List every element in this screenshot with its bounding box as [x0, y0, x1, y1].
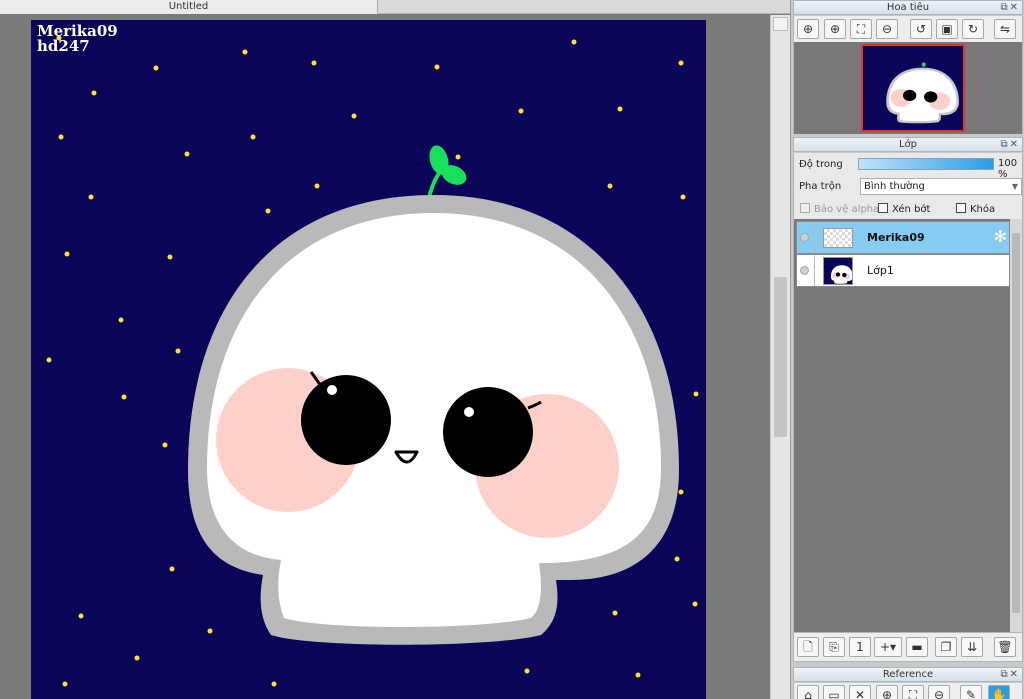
opacity-label: Độ trong — [799, 159, 843, 170]
lock-checkbox[interactable]: Khóa — [956, 203, 995, 215]
layer-toolbar: 🗋 ⎘ 1 +▾ ▬ ❐ ⇊ 🗑 — [793, 632, 1023, 662]
zoom-in-icon[interactable]: ⊕ — [876, 685, 898, 699]
navigator-preview-area[interactable] — [793, 42, 1023, 134]
new-layer-copy-icon[interactable]: ⎘ — [823, 637, 845, 657]
layers-title: Lớp — [898, 139, 918, 150]
navigator-panel-title[interactable]: Hoa tiêu ⧉✕ — [793, 0, 1023, 15]
layer-name: Merika09 — [867, 231, 925, 244]
sprout — [427, 145, 467, 200]
document-tabbar: Untitled — [0, 0, 790, 14]
hand-icon[interactable]: ✋ — [988, 685, 1010, 699]
lock-label: Khóa — [970, 204, 996, 215]
layers-panel-title[interactable]: Lớp ⧉✕ — [793, 137, 1023, 152]
scroll-thumb[interactable] — [1012, 233, 1020, 613]
right-dock: Hoa tiêu ⧉✕ ⊕ ⊕ ⛶ ⊖ ↺ ▣ ↻ ⇋ Lớp ⧉✕ Độ tr… — [790, 0, 1024, 699]
blend-label: Pha trộn — [799, 181, 842, 192]
layers-list[interactable]: Merika09 ✻ Lớp1 — [793, 219, 1023, 632]
zoom-in-icon[interactable]: ⊕ — [797, 19, 819, 39]
artwork — [46, 35, 699, 687]
actual-size-icon[interactable]: ▣ — [936, 19, 958, 39]
panel-controls[interactable]: ⧉✕ — [1000, 138, 1020, 151]
add-layer-dropdown-icon[interactable]: +▾ — [874, 637, 902, 657]
canvas-area[interactable]: Merika09 hd247 — [0, 15, 770, 699]
layers-scrollbar[interactable] — [1010, 219, 1022, 632]
scroll-up-button[interactable] — [773, 17, 788, 31]
zoom-out-icon[interactable]: ⊖ — [876, 19, 898, 39]
visibility-toggle[interactable] — [800, 233, 809, 242]
delete-icon[interactable]: 🗑 — [994, 637, 1016, 657]
reference-title: Reference — [882, 669, 934, 680]
checkbox-box — [956, 203, 966, 213]
close-icon[interactable]: ✕ — [849, 685, 871, 699]
reference-panel-title[interactable]: Reference ⧉✕ — [793, 667, 1023, 682]
fit-icon[interactable]: ⛶ — [850, 19, 872, 39]
new-layer-icon[interactable]: 🗋 — [797, 637, 819, 657]
divider — [814, 255, 815, 286]
chevron-down-icon: ▼ — [1011, 182, 1018, 191]
canvas-vertical-scrollbar[interactable] — [770, 15, 790, 699]
flip-icon[interactable]: ⇋ — [994, 19, 1016, 39]
character — [188, 195, 679, 645]
opacity-value: 100 % — [998, 158, 1018, 180]
navigator-thumbnail[interactable] — [861, 44, 965, 132]
fit-icon[interactable]: ⛶ — [902, 685, 924, 699]
drawing-canvas[interactable]: Merika09 hd247 — [31, 20, 706, 699]
layer-thumbnail — [823, 257, 853, 285]
zoom-out-icon[interactable]: ⊖ — [928, 685, 950, 699]
checkbox-box — [878, 203, 888, 213]
watermark-line2: hd247 — [37, 37, 90, 55]
clipping-checkbox[interactable]: Xén bớt — [878, 203, 930, 215]
gear-icon[interactable]: ✻ — [994, 227, 1007, 246]
rotate-right-icon[interactable]: ↻ — [962, 19, 984, 39]
panel-controls[interactable]: ⧉✕ — [1000, 668, 1020, 681]
eyedropper-icon[interactable]: ✎ — [960, 685, 982, 699]
blend-mode-value: Bình thường — [864, 181, 925, 192]
clipping-label: Xén bớt — [892, 204, 931, 215]
layer-row-merika09[interactable]: Merika09 ✻ — [796, 221, 1010, 254]
panel-controls[interactable]: ⧉✕ — [1000, 1, 1020, 14]
thumbnail-artwork — [886, 62, 959, 124]
zoom-in-plus-icon[interactable]: ⊕ — [824, 19, 846, 39]
layer-thumbnail-artwork — [830, 265, 852, 284]
visibility-toggle[interactable] — [800, 266, 809, 275]
layer-row-lop1[interactable]: Lớp1 — [796, 254, 1010, 287]
scroll-thumb[interactable] — [774, 277, 787, 437]
navigator-title: Hoa tiêu — [886, 2, 930, 13]
layer-thumbnail — [823, 228, 853, 248]
opacity-slider[interactable] — [858, 158, 994, 170]
new-folder-icon[interactable]: ▬ — [906, 637, 928, 657]
layer-properties: Độ trong 100 % Pha trộn Bình thường ▼ Bả… — [793, 153, 1023, 219]
blend-mode-select[interactable]: Bình thường ▼ — [860, 178, 1022, 195]
layer-name: Lớp1 — [867, 264, 894, 277]
protect-alpha-label: Bảo vệ alpha — [814, 204, 880, 215]
rotate-left-icon[interactable]: ↺ — [910, 19, 932, 39]
document-tab[interactable]: Untitled — [0, 0, 378, 14]
navigator-toolbar: ⊕ ⊕ ⛶ ⊖ ↺ ▣ ↻ ⇋ — [793, 16, 1023, 42]
divider — [814, 222, 815, 253]
reference-icon[interactable]: ⌂ — [797, 685, 819, 699]
protect-alpha-checkbox[interactable]: Bảo vệ alpha — [800, 203, 879, 215]
merge-down-icon[interactable]: ⇊ — [961, 637, 983, 657]
duplicate-icon[interactable]: ❐ — [935, 637, 957, 657]
checkbox-box — [800, 203, 810, 213]
reference-toolbar: ⌂ ▭ ✕ ⊕ ⛶ ⊖ ✎ ✋ — [793, 683, 1023, 699]
new-1bit-layer-icon[interactable]: 1 — [849, 637, 871, 657]
open-folder-icon[interactable]: ▭ — [823, 685, 845, 699]
